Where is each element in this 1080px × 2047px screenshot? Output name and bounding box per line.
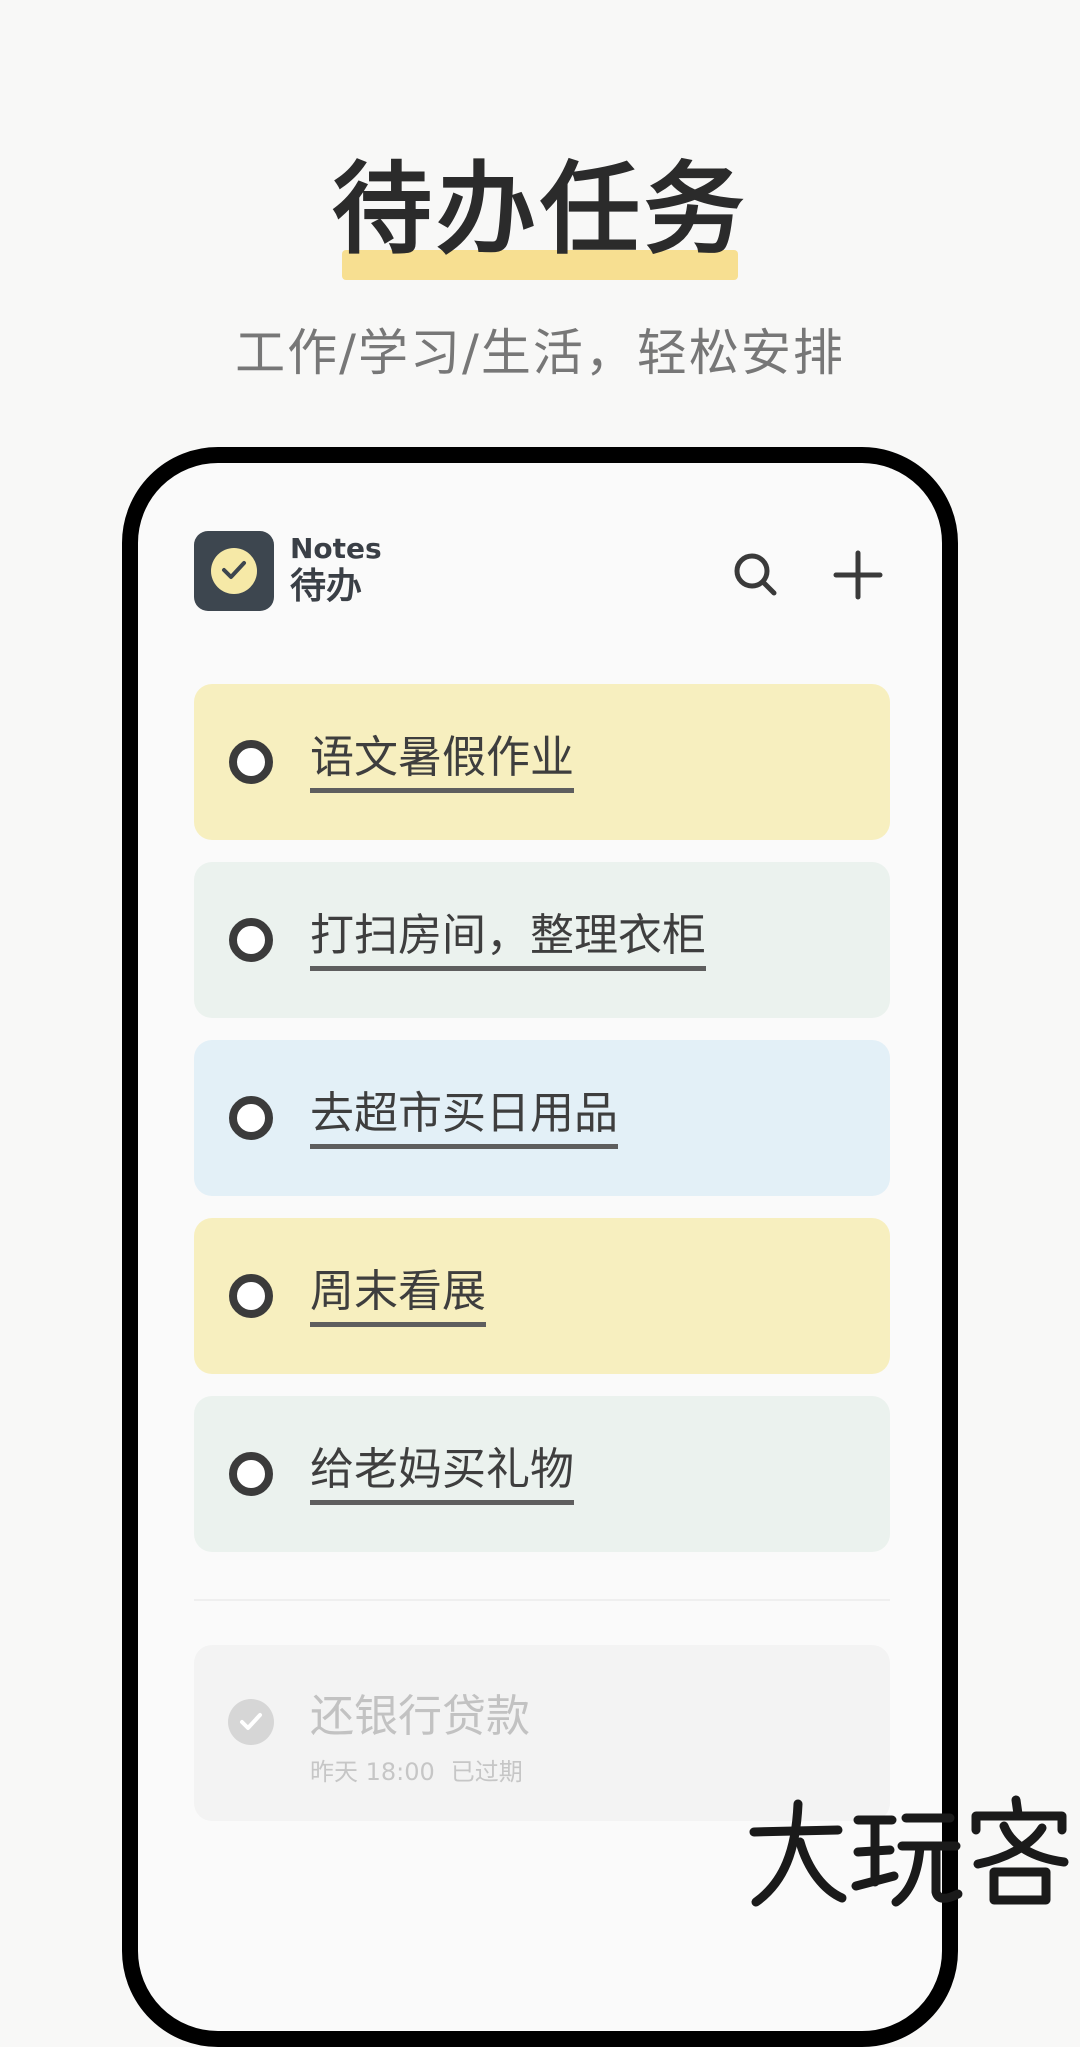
task-checkbox[interactable] <box>229 918 273 962</box>
task-checkbox[interactable] <box>229 740 273 784</box>
divider <box>194 1599 890 1601</box>
due-time: 昨天 18:00 <box>310 1758 435 1786</box>
app-name-cn: 待办 <box>290 566 363 607</box>
overdue-status: 已过期 <box>450 1758 523 1786</box>
add-button[interactable] <box>830 547 886 603</box>
task-title: 语文暑假作业 <box>310 730 574 793</box>
completed-task-title: 还银行贷款 <box>310 1691 530 1742</box>
search-icon <box>734 553 777 596</box>
check-icon <box>240 1713 262 1730</box>
check-circle-icon <box>211 548 257 594</box>
task-checkbox[interactable] <box>229 1452 273 1496</box>
plus-icon <box>833 550 883 600</box>
task-card[interactable]: 语文暑假作业 <box>194 684 890 840</box>
completed-task-meta: 昨天 18:00 已过期 <box>310 1757 523 1787</box>
task-title: 打扫房间，整理衣柜 <box>310 908 706 971</box>
task-card[interactable]: 去超市买日用品 <box>194 1040 890 1196</box>
task-title: 周末看展 <box>310 1264 486 1327</box>
app-name-en: Notes <box>290 532 382 565</box>
completed-checkbox[interactable] <box>228 1699 274 1745</box>
watermark-logo <box>749 1795 1069 1907</box>
task-card[interactable]: 打扫房间，整理衣柜 <box>194 862 890 1018</box>
task-card[interactable]: 周末看展 <box>194 1218 890 1374</box>
promo-title: 待办任务 <box>332 151 748 268</box>
task-card[interactable]: 给老妈买礼物 <box>194 1396 890 1552</box>
promo-subtitle: 工作/学习/生活，轻松安排 <box>235 324 845 382</box>
task-checkbox[interactable] <box>229 1096 273 1140</box>
task-title: 去超市买日用品 <box>310 1086 618 1149</box>
task-checkbox[interactable] <box>229 1274 273 1318</box>
search-button[interactable] <box>730 549 782 601</box>
app-logo <box>194 531 274 611</box>
task-title: 给老妈买礼物 <box>310 1442 574 1505</box>
